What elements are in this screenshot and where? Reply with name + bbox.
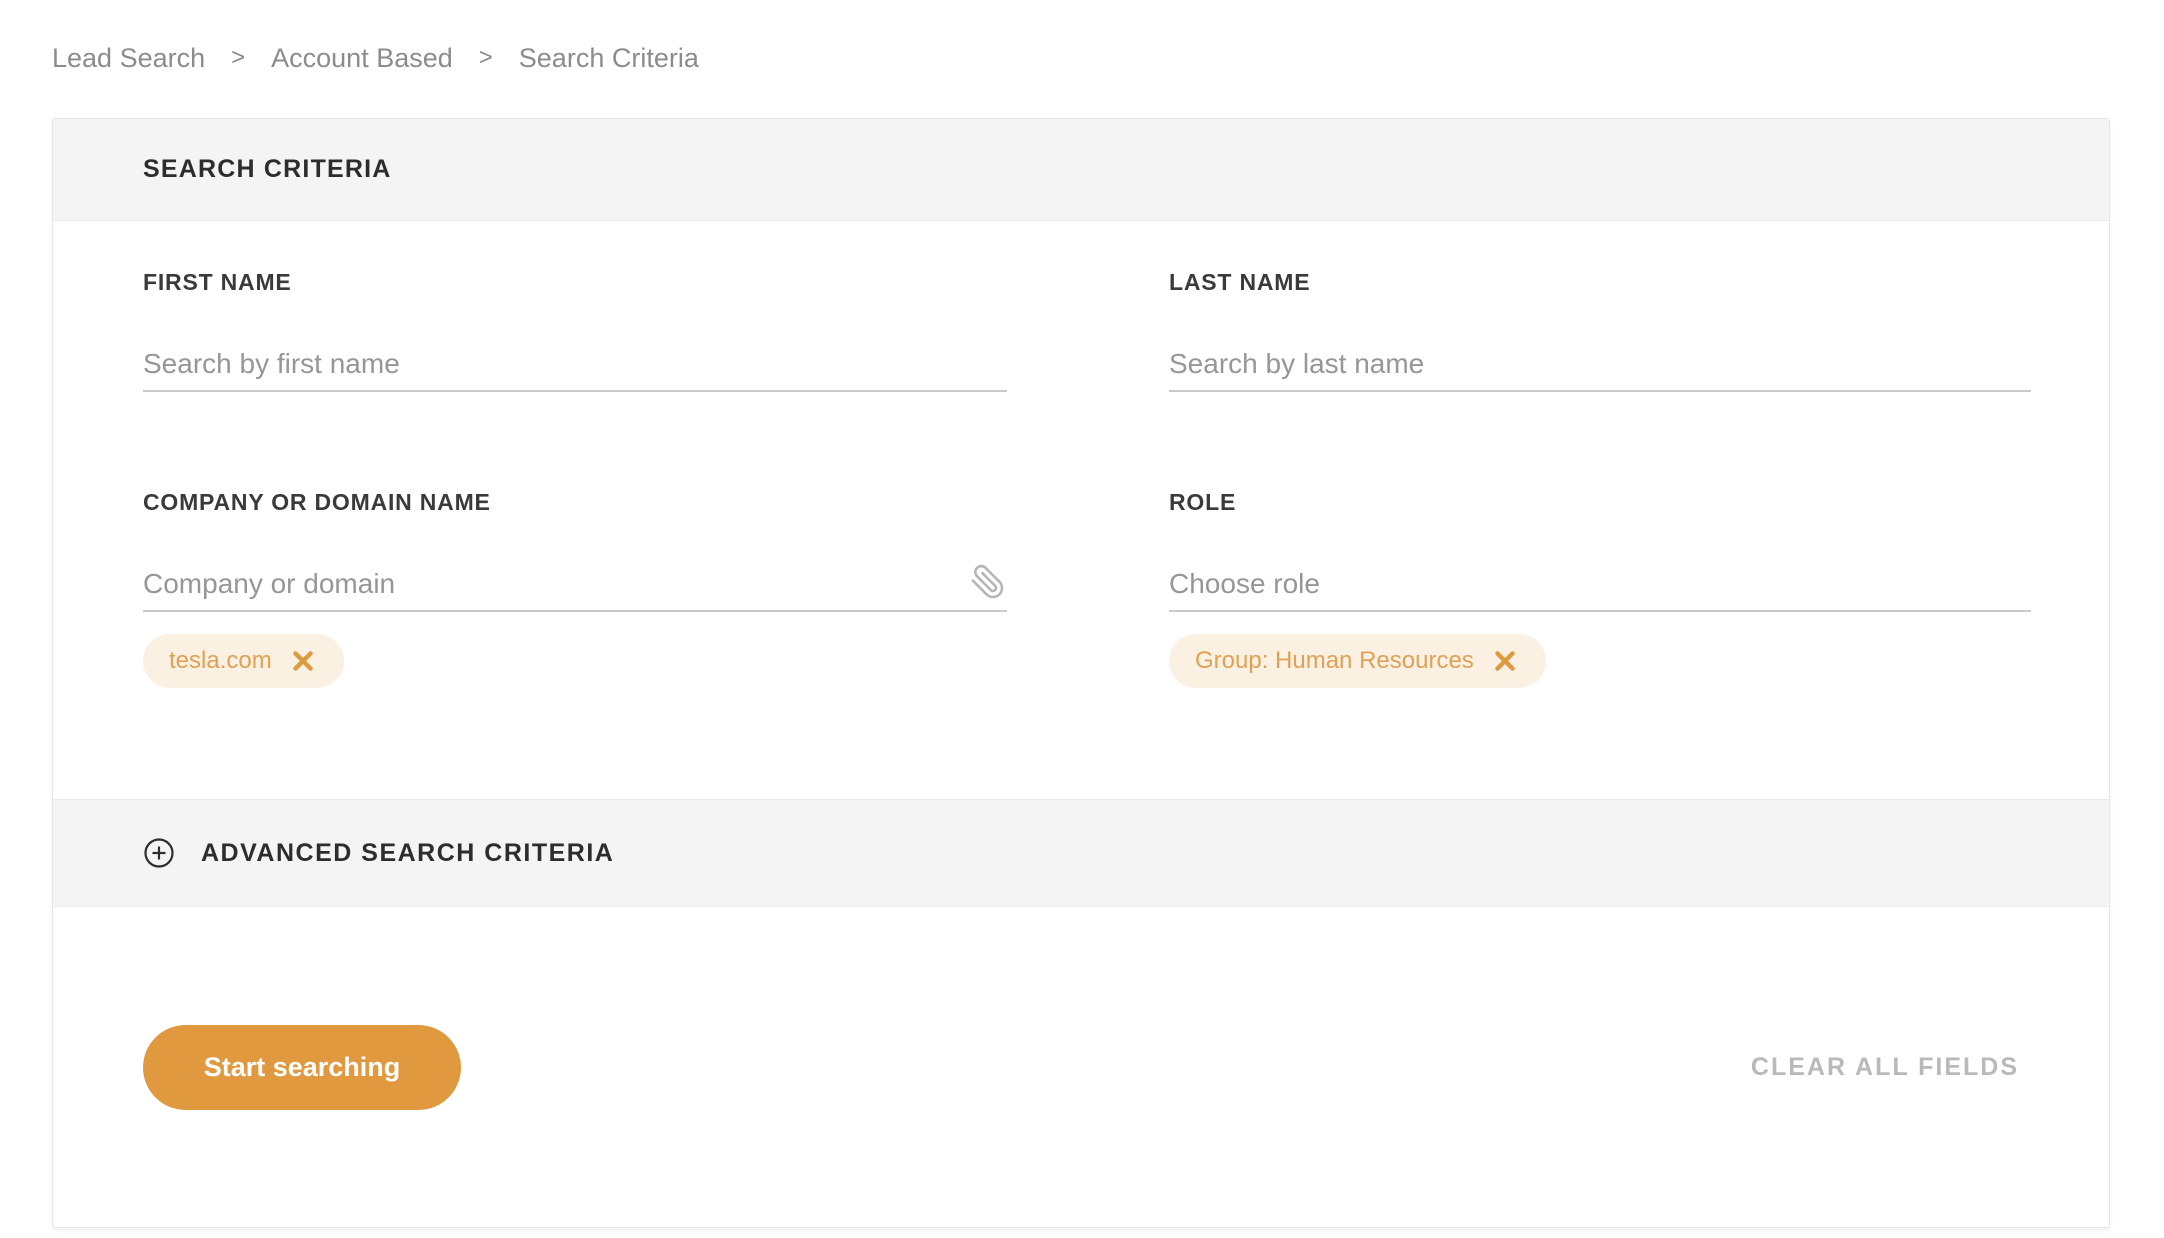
start-searching-button[interactable]: Start searching	[143, 1024, 461, 1110]
first-name-label: FIRST NAME	[143, 269, 292, 295]
search-fields: FIRST NAME LAST NAME COMPANY OR DOMAIN N…	[53, 221, 2109, 688]
clear-all-fields-button[interactable]: CLEAR ALL FIELDS	[1751, 1053, 2019, 1082]
breadcrumb-separator-icon: >	[231, 44, 246, 71]
last-name-label: LAST NAME	[1169, 269, 1311, 295]
role-field-group: ROLE Group: Human Resources	[1169, 490, 2031, 688]
company-label: COMPANY OR DOMAIN NAME	[143, 489, 491, 515]
role-tag-label: Group: Human Resources	[1195, 647, 1474, 674]
plus-circle-icon	[143, 837, 175, 869]
panel-footer: Start searching CLEAR ALL FIELDS	[53, 907, 2109, 1227]
company-tag-label: tesla.com	[169, 647, 272, 674]
first-name-field-group: FIRST NAME	[143, 270, 1007, 392]
role-input[interactable]	[1169, 558, 2031, 612]
panel-header: SEARCH CRITERIA	[53, 119, 2109, 221]
panel-title: SEARCH CRITERIA	[143, 155, 392, 183]
paperclip-icon[interactable]	[969, 564, 1005, 600]
breadcrumb-search-criteria: Search Criteria	[518, 43, 699, 73]
breadcrumb: Lead Search > Account Based > Search Cri…	[52, 41, 699, 75]
company-field-group: COMPANY OR DOMAIN NAME tesla.com	[143, 490, 1007, 688]
remove-tag-x-icon[interactable]	[290, 648, 316, 674]
company-input[interactable]	[143, 558, 1007, 612]
remove-tag-x-icon[interactable]	[1492, 648, 1518, 674]
advanced-search-label: ADVANCED SEARCH CRITERIA	[201, 838, 615, 867]
last-name-input[interactable]	[1169, 338, 2031, 392]
advanced-search-toggle[interactable]: ADVANCED SEARCH CRITERIA	[53, 799, 2109, 907]
role-tags: Group: Human Resources	[1169, 634, 2031, 688]
role-label: ROLE	[1169, 489, 1237, 515]
first-name-input[interactable]	[143, 338, 1007, 392]
last-name-field-group: LAST NAME	[1169, 270, 2031, 392]
role-tag-chip: Group: Human Resources	[1169, 634, 1546, 688]
company-tag-chip: tesla.com	[143, 634, 344, 688]
breadcrumb-separator-icon: >	[478, 44, 493, 71]
search-criteria-panel: SEARCH CRITERIA FIRST NAME LAST NAME	[52, 118, 2110, 1228]
breadcrumb-account-based[interactable]: Account Based	[271, 41, 453, 75]
company-tags: tesla.com	[143, 634, 1007, 688]
breadcrumb-lead-search[interactable]: Lead Search	[52, 41, 205, 75]
